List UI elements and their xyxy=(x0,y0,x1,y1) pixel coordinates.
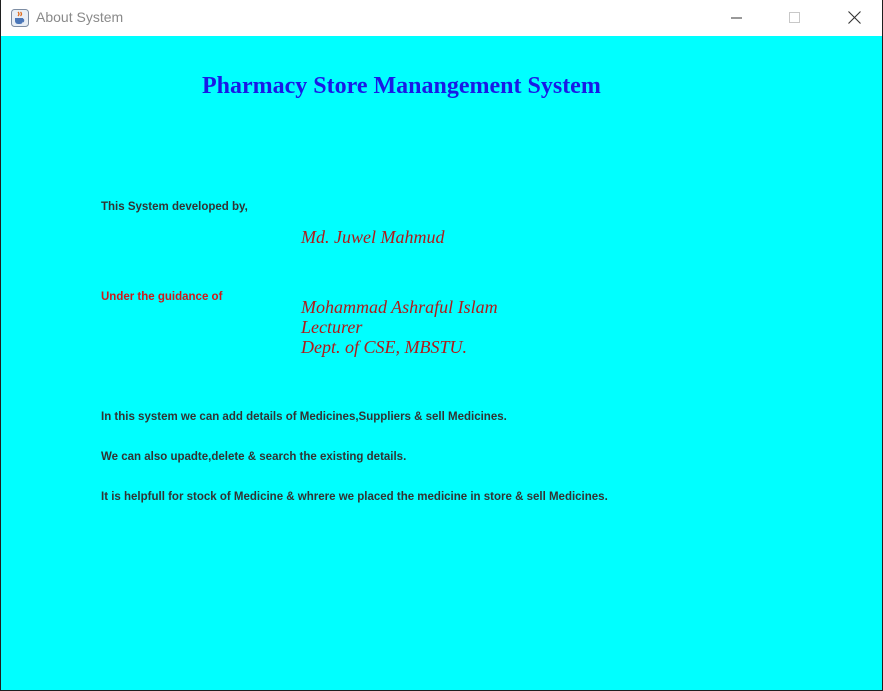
minimize-button[interactable] xyxy=(708,0,766,36)
guide-title: Lecturer xyxy=(301,317,363,337)
about-panel: Pharmacy Store Manangement System This S… xyxy=(1,36,882,690)
page-title: Pharmacy Store Manangement System xyxy=(202,73,601,99)
about-window: About System Pharmacy Store Manangement … xyxy=(0,0,883,691)
java-cup-icon xyxy=(11,9,29,27)
maximize-icon xyxy=(789,9,801,28)
developer-name: Md. Juwel Mahmud xyxy=(301,227,445,247)
description-line: We can also upadte,delete & search the e… xyxy=(101,451,407,463)
guide-name: Mohammad Ashraful Islam xyxy=(301,297,498,317)
window-title: About System xyxy=(36,9,124,25)
description-line: It is helpfull for stock of Medicine & w… xyxy=(101,491,608,503)
guidance-label: Under the guidance of xyxy=(101,291,223,303)
developed-by-label: This System developed by, xyxy=(101,201,248,213)
close-button[interactable] xyxy=(825,0,882,36)
maximize-button[interactable] xyxy=(766,0,824,36)
close-icon xyxy=(847,9,861,28)
minimize-icon xyxy=(731,9,743,28)
guide-department: Dept. of CSE, MBSTU. xyxy=(301,337,467,357)
description-line: In this system we can add details of Med… xyxy=(101,411,507,423)
title-bar[interactable]: About System xyxy=(1,0,882,36)
